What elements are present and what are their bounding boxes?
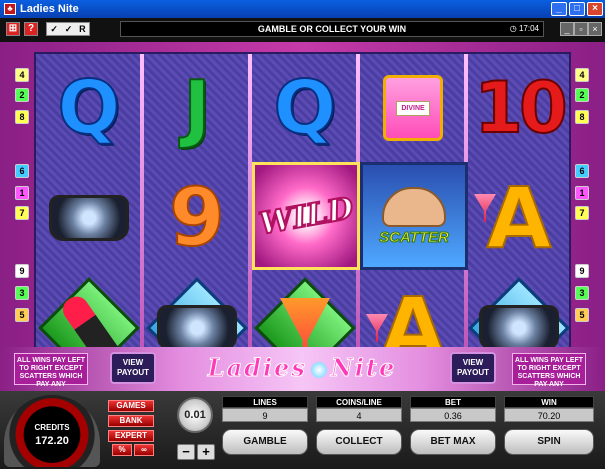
- view-payout-button-left[interactable]: VIEW PAYOUT: [110, 352, 156, 384]
- restore-game-icon[interactable]: ▫: [574, 22, 588, 36]
- perfume-label: DIVINE: [396, 100, 430, 116]
- payline-9[interactable]: 9: [15, 264, 29, 278]
- symbol-ten: 10: [473, 67, 568, 149]
- bet-display: BET 0.36: [410, 396, 496, 424]
- payline-1[interactable]: 1: [575, 186, 589, 200]
- payline-3[interactable]: 3: [15, 286, 29, 300]
- percent-button[interactable]: %: [112, 444, 132, 456]
- coin-size-selector[interactable]: 0.01: [177, 397, 213, 433]
- credits-value: 172.20: [35, 435, 69, 447]
- rules-info-right: ALL WINS PAY LEFT TO RIGHT EXCEPT SCATTE…: [512, 353, 586, 388]
- bet-label: BET: [410, 396, 496, 408]
- symbol-queen: Q: [273, 65, 338, 151]
- payline-indicators-left: 4 2 8 6 1 7 9 3 5: [15, 52, 31, 385]
- close-button[interactable]: ×: [587, 2, 603, 16]
- payline-4[interactable]: 4: [15, 68, 29, 82]
- view-payout-button-right[interactable]: VIEW PAYOUT: [450, 352, 496, 384]
- bet-value: 0.36: [410, 408, 496, 422]
- window-title: Ladies Nite: [20, 3, 79, 15]
- spin-button[interactable]: SPIN: [504, 429, 594, 455]
- slot-machine: 4 2 8 6 1 7 9 3 5 4 2 8 6 1 7 9 3 5 Q J …: [0, 42, 605, 392]
- lines-label: LINES: [222, 396, 308, 408]
- autoplay-button[interactable]: ∞: [134, 444, 154, 456]
- payline-4[interactable]: 4: [575, 68, 589, 82]
- minimize-button[interactable]: _: [551, 2, 567, 16]
- tool-record-icon[interactable]: R: [79, 24, 86, 34]
- symbol-perfume-icon: DIVINE: [360, 54, 466, 162]
- payline-6[interactable]: 6: [575, 164, 589, 178]
- payline-8[interactable]: 8: [15, 110, 29, 124]
- symbol-queen: Q: [57, 65, 122, 151]
- payline-7[interactable]: 7: [15, 206, 29, 220]
- rules-info-left: ALL WINS PAY LEFT TO RIGHT EXCEPT SCATTE…: [14, 353, 88, 388]
- expert-button[interactable]: EXPERT: [108, 430, 154, 442]
- payline-2[interactable]: 2: [15, 88, 29, 102]
- symbol-wild: WILD: [252, 162, 360, 270]
- lines-value: 9: [222, 408, 308, 422]
- bank-button[interactable]: BANK: [108, 415, 154, 427]
- gamble-button[interactable]: GAMBLE: [222, 429, 308, 455]
- maximize-button[interactable]: □: [569, 2, 585, 16]
- lines-display: LINES 9: [222, 396, 308, 424]
- tool-check-icon[interactable]: ✓: [65, 24, 73, 35]
- symbol-purse-icon: [36, 164, 142, 272]
- coin-increase-button[interactable]: +: [197, 444, 215, 460]
- symbol-nine: 9: [168, 171, 226, 264]
- reel-window: Q J Q DIVINE 10 9 WILD SCATTER A A: [34, 52, 571, 385]
- payline-5[interactable]: 5: [15, 308, 29, 322]
- control-console: CREDITS 172.20 GAMES BANK EXPERT % ∞ 0.0…: [0, 391, 605, 469]
- coins-per-line-display: COINS/LINE 4: [316, 396, 402, 424]
- game-logo: Ladies Nite: [207, 353, 397, 383]
- win-label: WIN: [504, 396, 594, 408]
- symbol-jack: J: [182, 65, 212, 151]
- status-message: GAMBLE OR COLLECT YOUR WIN: [257, 24, 407, 34]
- coin-decrease-button[interactable]: −: [177, 444, 195, 460]
- games-button[interactable]: GAMES: [108, 400, 154, 412]
- close-game-icon[interactable]: ×: [588, 22, 602, 36]
- credits-dial: CREDITS 172.20: [4, 395, 100, 467]
- menu-icon[interactable]: ⊞: [6, 22, 20, 36]
- symbol-scatter: SCATTER: [360, 162, 468, 270]
- bet-max-button[interactable]: BET MAX: [410, 429, 496, 455]
- payline-indicators-right: 4 2 8 6 1 7 9 3 5: [575, 52, 591, 385]
- coins-per-line-label: COINS/LINE: [316, 396, 402, 408]
- payline-6[interactable]: 6: [15, 164, 29, 178]
- help-icon[interactable]: ?: [24, 22, 38, 36]
- payline-2[interactable]: 2: [575, 88, 589, 102]
- win-display: WIN 70.20: [504, 396, 594, 424]
- payline-7[interactable]: 7: [575, 206, 589, 220]
- collect-button[interactable]: COLLECT: [316, 429, 402, 455]
- app-icon: ♣: [4, 3, 16, 15]
- message-bar: GAMBLE OR COLLECT YOUR WIN ◷ 17:04: [120, 21, 544, 37]
- payline-5[interactable]: 5: [575, 308, 589, 322]
- dancer-icon: [382, 186, 446, 227]
- win-value: 70.20: [504, 408, 594, 422]
- tool-check-icon[interactable]: ✓: [50, 24, 58, 35]
- payline-9[interactable]: 9: [575, 264, 589, 278]
- window-titlebar: ♣ Ladies Nite _ □ ×: [0, 0, 605, 18]
- payline-3[interactable]: 3: [575, 286, 589, 300]
- clock: ◷ 17:04: [509, 24, 539, 33]
- payline-1[interactable]: 1: [15, 186, 29, 200]
- coins-per-line-value: 4: [316, 408, 402, 422]
- game-toolbar: ⊞ ? ✓ ✓ R GAMBLE OR COLLECT YOUR WIN ◷ 1…: [0, 18, 605, 42]
- symbol-ace: A: [466, 164, 572, 272]
- payline-8[interactable]: 8: [575, 110, 589, 124]
- minimize-game-icon[interactable]: _: [560, 22, 574, 36]
- disco-ball-icon: [310, 361, 327, 378]
- settings-group[interactable]: ✓ ✓ R: [46, 22, 90, 36]
- credits-label: CREDITS: [34, 423, 70, 432]
